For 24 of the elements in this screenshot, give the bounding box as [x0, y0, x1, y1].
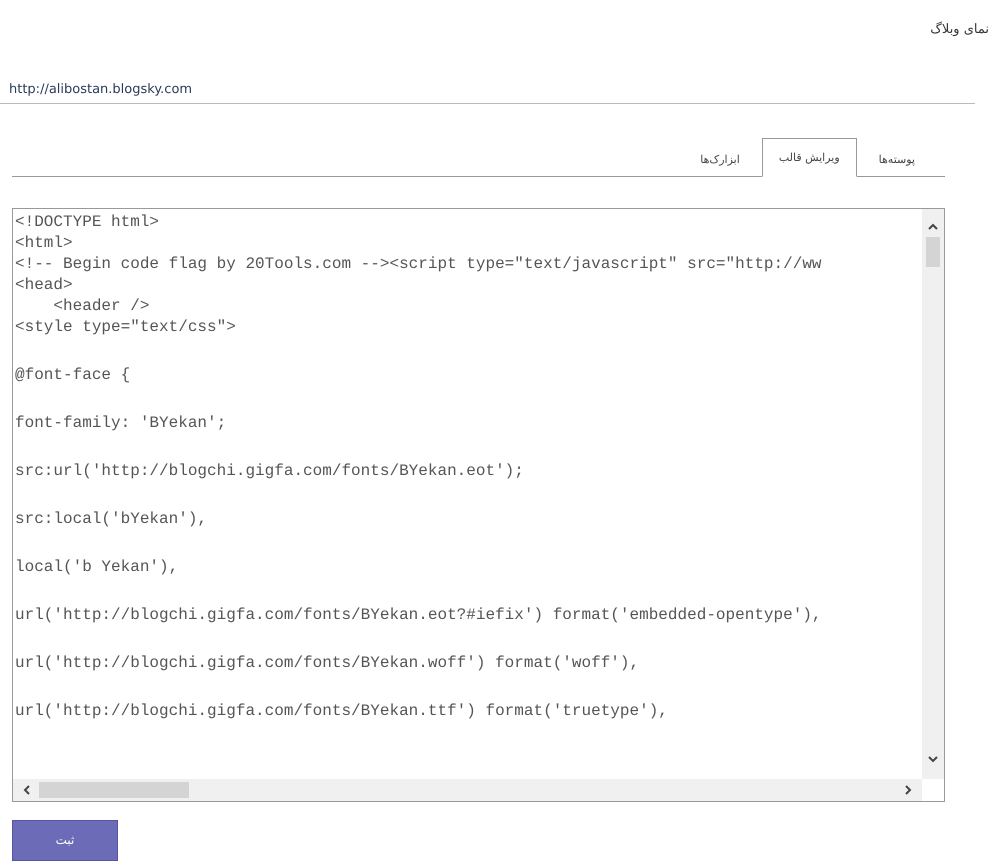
code-line: src:url('http://blogchi.gigfa.com/fonts/BYekan.eot');	[15, 461, 525, 482]
horizontal-scrollbar[interactable]	[13, 778, 922, 801]
code-line: url('http://blogchi.gigfa.com/fonts/BYekan.eot?#iefix') format('embedded-opentype'),	[15, 605, 823, 626]
code-line: <style type="text/css">	[15, 317, 237, 338]
submit-button[interactable]: ثبت	[12, 820, 118, 861]
code-line: local('b Yekan'),	[15, 557, 180, 578]
code-line: font-family: 'BYekan';	[15, 413, 228, 434]
scrollbar-thumb[interactable]	[926, 237, 940, 268]
tab[interactable]: ویرایش قالب	[762, 138, 857, 178]
code-line: <html>	[15, 233, 74, 254]
tab[interactable]: ابزارک‌ها	[684, 142, 756, 176]
code-line: <head>	[15, 275, 74, 296]
code-line: <!-- Begin code flag by 20Tools.com --><script type="text/javascript" src="http://ww	[15, 254, 823, 276]
code-line: <header />	[52, 296, 150, 318]
code-line: @font-face {	[15, 365, 132, 386]
code-line: <!DOCTYPE html>	[15, 212, 160, 234]
code-line: url('http://blogchi.gigfa.com/fonts/BYekan.ttf') format('truetype'),	[15, 701, 669, 722]
page-title: نمای وبلاگ	[930, 22, 989, 39]
blog-url-link[interactable]: http://alibostan.blogsky.com	[9, 82, 192, 98]
tab[interactable]: پوسته‌ها	[862, 142, 931, 176]
code-line: src:local('bYekan'),	[15, 509, 208, 530]
code-line: url('http://blogchi.gigfa.com/fonts/BYekan.woff') format('woff'),	[15, 653, 640, 674]
vertical-scrollbar[interactable]	[922, 209, 944, 779]
scrollbar-thumb[interactable]	[39, 782, 189, 798]
